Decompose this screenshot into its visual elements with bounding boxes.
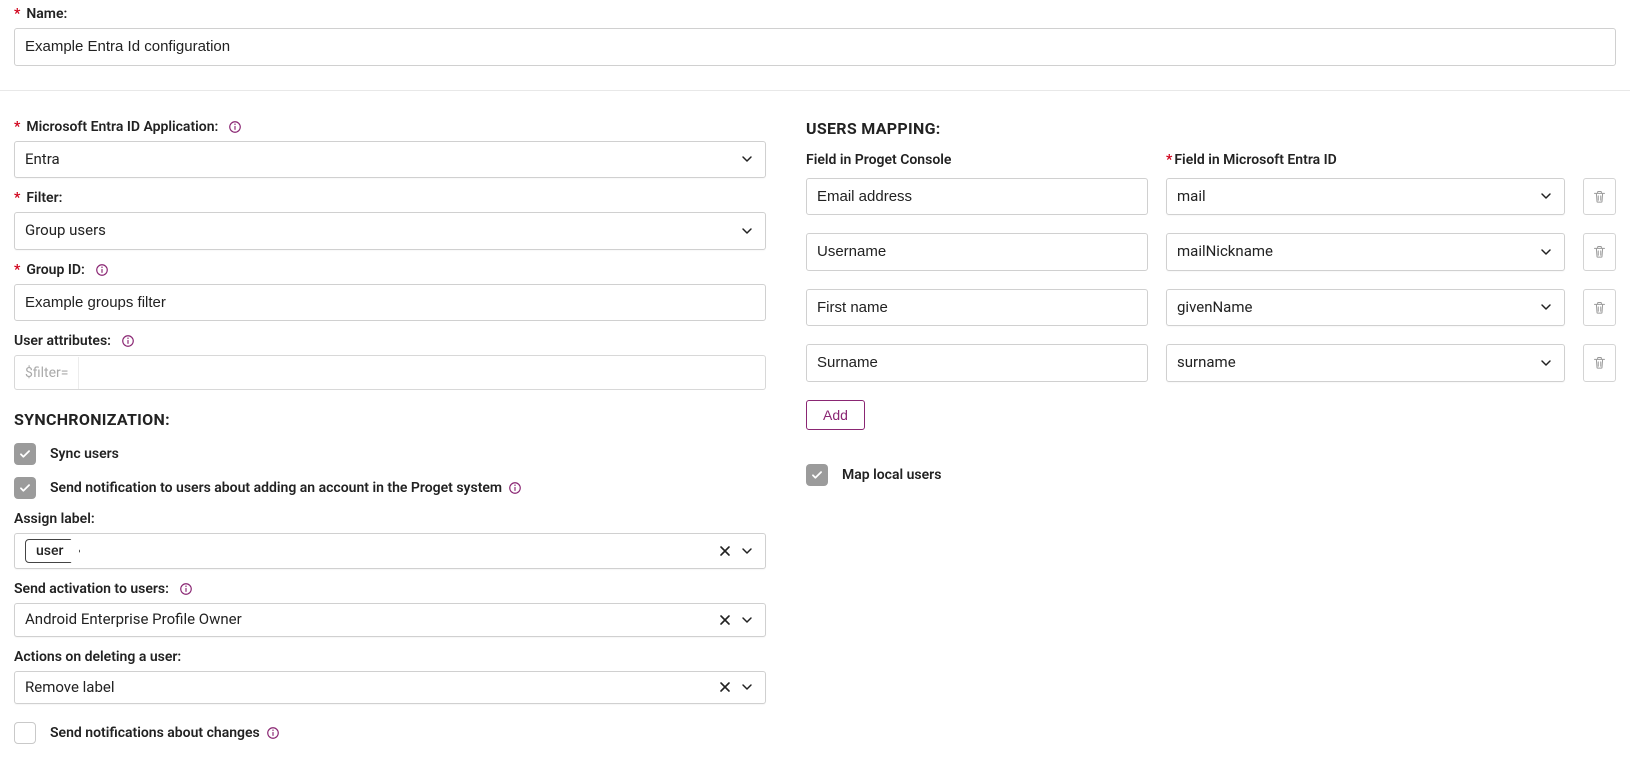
mapping-entra-value: givenName xyxy=(1177,298,1252,318)
entra-app-row: * Microsoft Entra ID Application: Entra xyxy=(14,119,766,179)
info-icon[interactable] xyxy=(121,334,135,348)
chevron-down-icon xyxy=(739,151,755,167)
clear-icon[interactable] xyxy=(717,543,733,559)
users-mapping-heading: USERS MAPPING: xyxy=(806,119,1616,138)
chevron-down-icon xyxy=(1538,355,1554,371)
info-icon[interactable] xyxy=(266,726,280,740)
assign-label-select[interactable]: user xyxy=(14,533,766,569)
mapping-entra-select[interactable]: mailNickname xyxy=(1166,233,1565,271)
user-attributes-label: User attributes: xyxy=(14,333,766,349)
mapping-col-entra-head: * Field in Microsoft Entra ID xyxy=(1166,152,1565,168)
send-activation-value: Android Enterprise Profile Owner xyxy=(25,610,242,630)
mapping-row: surname xyxy=(806,344,1616,382)
group-id-input[interactable] xyxy=(14,284,766,322)
clear-icon[interactable] xyxy=(717,679,733,695)
map-local-users-label: Map local users xyxy=(842,467,941,483)
notify-add-checkbox[interactable] xyxy=(14,477,36,499)
sync-users-row: Sync users xyxy=(14,443,766,465)
name-field-row: * Name: xyxy=(14,6,1616,66)
send-activation-row: Send activation to users: Android Enterp… xyxy=(14,581,766,637)
info-icon[interactable] xyxy=(179,582,193,596)
notify-changes-label: Send notifications about changes xyxy=(50,725,280,741)
sync-users-checkbox[interactable] xyxy=(14,443,36,465)
delete-mapping-button[interactable] xyxy=(1583,233,1616,271)
mapping-entra-select[interactable]: givenName xyxy=(1166,289,1565,327)
assign-label-tag[interactable]: user xyxy=(25,539,80,563)
mapping-entra-value: mailNickname xyxy=(1177,242,1273,262)
delete-mapping-button[interactable] xyxy=(1583,289,1616,327)
sync-users-label: Sync users xyxy=(50,446,119,462)
mapping-entra-select[interactable]: surname xyxy=(1166,344,1565,382)
chevron-down-icon xyxy=(1538,299,1554,315)
name-input[interactable] xyxy=(14,28,1616,66)
trash-icon xyxy=(1592,244,1607,259)
entra-app-label: * Microsoft Entra ID Application: xyxy=(14,119,766,135)
section-divider xyxy=(0,90,1630,91)
name-label: * Name: xyxy=(14,6,1616,22)
mapping-col-proget-head: Field in Proget Console xyxy=(806,152,1148,168)
trash-icon xyxy=(1592,355,1607,370)
notify-changes-checkbox[interactable] xyxy=(14,722,36,744)
delete-mapping-button[interactable] xyxy=(1583,178,1616,216)
send-activation-select[interactable]: Android Enterprise Profile Owner xyxy=(14,603,766,637)
mapping-proget-input[interactable] xyxy=(806,233,1148,271)
assign-label-row: Assign label: user xyxy=(14,511,766,569)
chevron-down-icon[interactable] xyxy=(739,543,755,559)
group-id-row: * Group ID: xyxy=(14,262,766,322)
mapping-proget-input[interactable] xyxy=(806,178,1148,216)
filter-select[interactable]: Group users xyxy=(14,212,766,250)
delete-mapping-button[interactable] xyxy=(1583,344,1616,382)
notify-changes-row: Send notifications about changes xyxy=(14,722,766,744)
info-icon[interactable] xyxy=(95,263,109,277)
map-local-users-checkbox[interactable] xyxy=(806,464,828,486)
user-attributes-input-wrap: $filter= xyxy=(14,355,766,390)
chevron-down-icon xyxy=(739,223,755,239)
chevron-down-icon xyxy=(1538,188,1554,204)
entra-app-value: Entra xyxy=(25,150,60,170)
group-id-label: * Group ID: xyxy=(14,262,766,278)
mapping-proget-input[interactable] xyxy=(806,344,1148,382)
trash-icon xyxy=(1592,300,1607,315)
actions-delete-row: Actions on deleting a user: Remove label xyxy=(14,649,766,705)
notify-add-label: Send notification to users about adding … xyxy=(50,480,522,496)
mapping-row: mail xyxy=(806,178,1616,216)
info-icon[interactable] xyxy=(508,481,522,495)
actions-delete-select[interactable]: Remove label xyxy=(14,671,766,705)
filter-prefix: $filter= xyxy=(15,357,79,389)
info-icon[interactable] xyxy=(228,120,242,134)
filter-row: * Filter: Group users xyxy=(14,190,766,250)
synchronization-heading: SYNCHRONIZATION: xyxy=(14,410,766,429)
actions-delete-label: Actions on deleting a user: xyxy=(14,649,766,665)
mapping-entra-value: mail xyxy=(1177,187,1206,207)
actions-delete-value: Remove label xyxy=(25,678,114,698)
mapping-row: mailNickname xyxy=(806,233,1616,271)
mapping-entra-value: surname xyxy=(1177,353,1236,373)
trash-icon xyxy=(1592,189,1607,204)
map-local-users-row: Map local users xyxy=(806,464,1616,486)
assign-label-label: Assign label: xyxy=(14,511,766,527)
user-attributes-row: User attributes: $filter= xyxy=(14,333,766,390)
mapping-entra-select[interactable]: mail xyxy=(1166,178,1565,216)
notify-add-row: Send notification to users about adding … xyxy=(14,477,766,499)
filter-label: * Filter: xyxy=(14,190,766,206)
mapping-header-row: Field in Proget Console * Field in Micro… xyxy=(806,152,1616,168)
chevron-down-icon xyxy=(1538,244,1554,260)
mapping-proget-input[interactable] xyxy=(806,289,1148,327)
filter-value: Group users xyxy=(25,221,106,241)
mapping-row: givenName xyxy=(806,289,1616,327)
chevron-down-icon[interactable] xyxy=(739,612,755,628)
clear-icon[interactable] xyxy=(717,612,733,628)
entra-app-select[interactable]: Entra xyxy=(14,141,766,179)
send-activation-label: Send activation to users: xyxy=(14,581,766,597)
user-attributes-input[interactable] xyxy=(79,356,765,389)
add-mapping-button[interactable]: Add xyxy=(806,400,865,430)
chevron-down-icon[interactable] xyxy=(739,679,755,695)
